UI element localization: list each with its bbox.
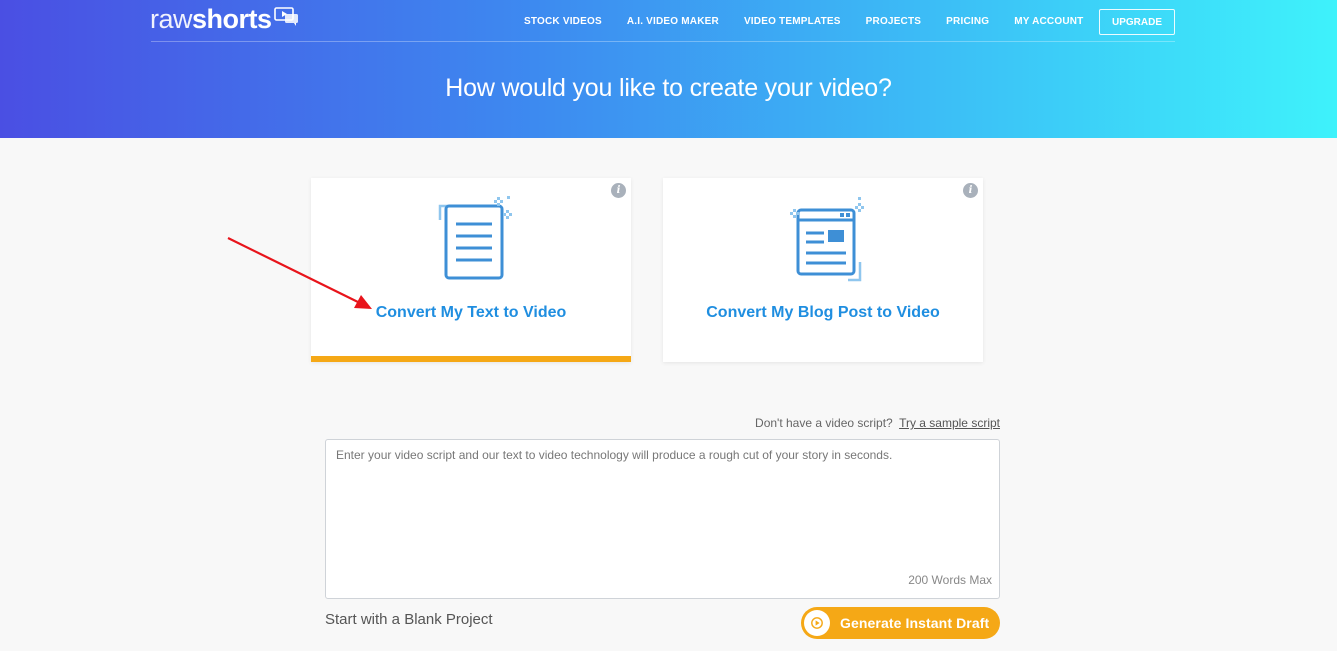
blank-project-link[interactable]: Start with a Blank Project xyxy=(325,611,493,628)
selected-indicator xyxy=(311,356,631,362)
page-title: How would you like to create your video? xyxy=(445,74,892,102)
info-icon[interactable]: i xyxy=(611,183,626,198)
main-nav: STOCK VIDEOS A.I. VIDEO MAKER VIDEO TEMP… xyxy=(512,8,1175,35)
generate-draft-button[interactable]: Generate Instant Draft xyxy=(801,607,1000,639)
convert-text-card[interactable]: i Convert My Text to Video xyxy=(311,178,631,362)
nav-ai-video-maker[interactable]: A.I. VIDEO MAKER xyxy=(614,16,731,27)
script-input-box: 200 Words Max xyxy=(325,439,1000,599)
hero-banner: raw shorts STOCK VIDEOS A.I. VIDEO MAKER … xyxy=(0,0,1337,138)
document-icon xyxy=(438,196,512,280)
play-icon xyxy=(804,610,830,636)
convert-blog-label: Convert My Blog Post to Video xyxy=(706,304,940,321)
rawshorts-logo[interactable]: raw shorts xyxy=(150,4,300,34)
sample-script-row: Don't have a video script? Try a sample … xyxy=(755,416,1000,430)
nav-pricing[interactable]: PRICING xyxy=(934,16,1002,27)
nav-my-account[interactable]: MY ACCOUNT xyxy=(1002,16,1096,27)
logo-text-raw: raw xyxy=(150,4,193,34)
logo-text-shorts: shorts xyxy=(192,4,272,34)
sample-script-link[interactable]: Try a sample script xyxy=(899,416,1000,430)
browser-page-icon xyxy=(790,197,864,282)
nav-projects[interactable]: PROJECTS xyxy=(853,16,934,27)
sample-script-prompt: Don't have a video script? xyxy=(755,416,893,430)
speech-bubble-icon xyxy=(273,7,298,26)
convert-text-label: Convert My Text to Video xyxy=(375,304,567,321)
generate-draft-label: Generate Instant Draft xyxy=(840,615,990,631)
word-limit-label: 200 Words Max xyxy=(908,573,992,587)
script-textarea[interactable] xyxy=(326,440,999,598)
nav-stock-videos[interactable]: STOCK VIDEOS xyxy=(512,16,615,27)
header-divider xyxy=(151,41,1175,42)
convert-blog-card[interactable]: i Convert My Blog Post to Video xyxy=(663,178,983,362)
nav-video-templates[interactable]: VIDEO TEMPLATES xyxy=(731,16,853,27)
upgrade-button[interactable]: UPGRADE xyxy=(1098,8,1175,35)
info-icon[interactable]: i xyxy=(963,183,978,198)
